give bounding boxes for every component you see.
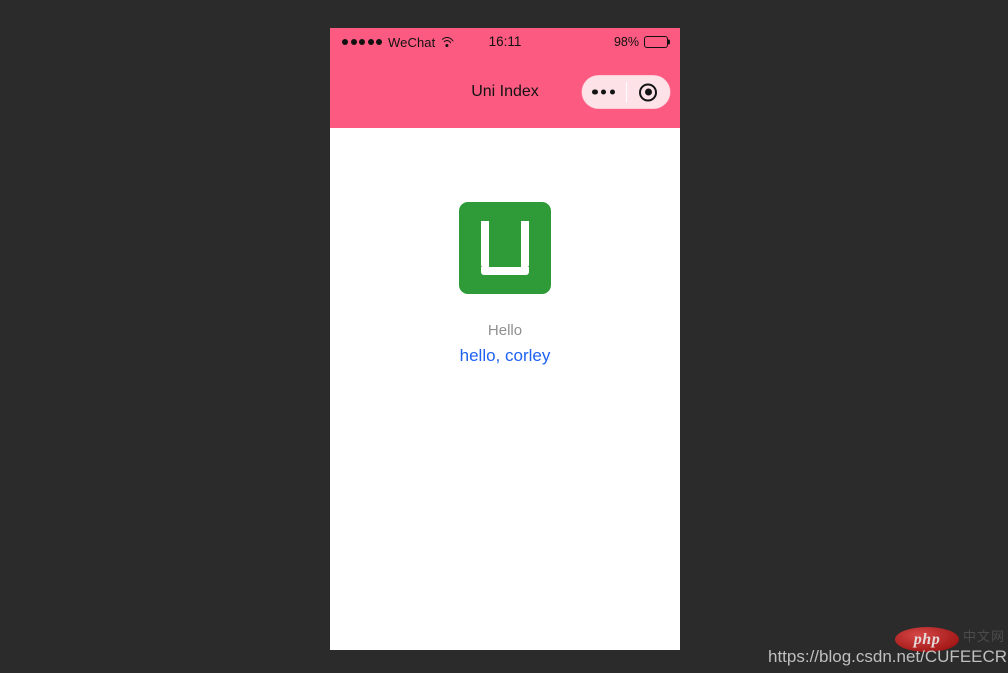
status-bar: WeChat 16:11 98%: [330, 28, 680, 56]
php-logo-badge: php: [895, 627, 959, 652]
wechat-capsule-button-group[interactable]: [582, 75, 671, 109]
more-dots-icon: [592, 89, 616, 95]
phone-mockup: WeChat 16:11 98% Uni Index Hello hello, …: [330, 28, 680, 650]
carrier-label: WeChat: [388, 34, 436, 50]
battery-percent-label: 98%: [613, 34, 639, 49]
wifi-icon: [439, 36, 455, 48]
page-content: Hello hello, corley: [330, 128, 680, 650]
uni-app-logo: [459, 202, 551, 294]
status-bar-left: WeChat: [342, 34, 455, 50]
capsule-menu-button[interactable]: [582, 76, 626, 109]
battery-full-icon: [644, 36, 668, 48]
watermark-url: https://blog.csdn.net/CUFEECR: [768, 647, 1008, 666]
php-logo-text: php: [913, 630, 941, 648]
signal-strength-icon: [342, 39, 382, 45]
status-bar-right: 98%: [614, 36, 668, 49]
u-letter-glyph: [481, 221, 529, 275]
php-cn-label: 中文网: [962, 629, 1005, 644]
watermark: php 中文网 https://blog.csdn.net/CUFEECR: [760, 621, 1008, 669]
navigation-bar: Uni Index: [330, 56, 680, 128]
target-circle-icon: [639, 83, 658, 101]
capsule-close-button[interactable]: [627, 76, 671, 109]
hello-value: hello, corley: [459, 346, 551, 365]
hello-label: Hello: [487, 322, 523, 339]
